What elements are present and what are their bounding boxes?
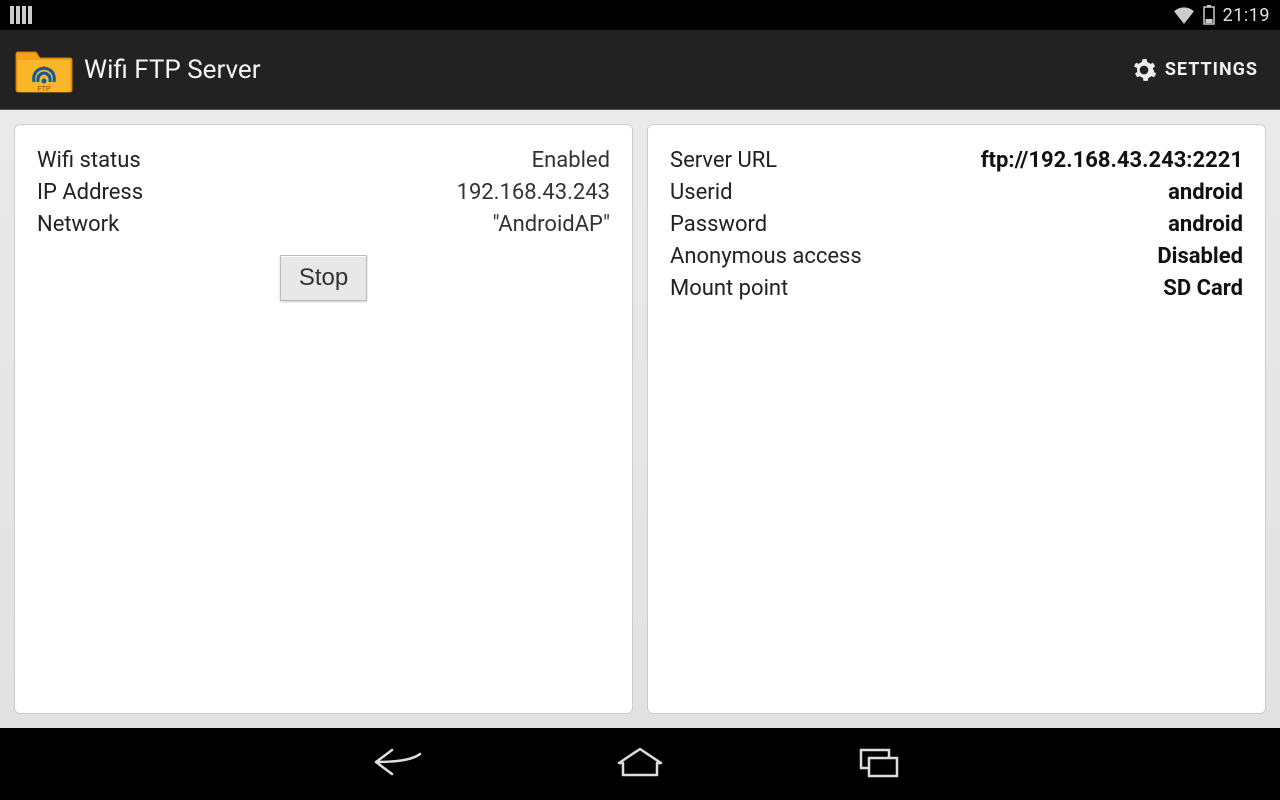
- wifi-status-row: Wifi status Enabled: [37, 145, 610, 177]
- status-time: 21:19: [1223, 5, 1270, 26]
- back-icon: [370, 746, 430, 782]
- server-url-row: Server URL ftp://192.168.43.243:2221: [670, 145, 1243, 177]
- menu-stripes-icon: [10, 6, 32, 24]
- recent-apps-icon: [857, 746, 903, 782]
- settings-label: SETTINGS: [1165, 59, 1258, 80]
- status-bar: 21:19: [0, 0, 1280, 30]
- gear-icon: [1131, 57, 1157, 83]
- settings-button[interactable]: SETTINGS: [1121, 47, 1268, 93]
- recent-apps-button[interactable]: [840, 739, 920, 789]
- home-icon: [615, 745, 665, 783]
- navigation-bar: [0, 728, 1280, 800]
- mount-point-label: Mount point: [670, 273, 788, 305]
- userid-row: Userid android: [670, 177, 1243, 209]
- wifi-status-value: Enabled: [532, 145, 610, 177]
- userid-value: android: [1168, 177, 1243, 209]
- ip-address-label: IP Address: [37, 177, 143, 209]
- wifi-icon: [1173, 6, 1195, 24]
- anonymous-label: Anonymous access: [670, 241, 862, 273]
- network-label: Network: [37, 209, 119, 241]
- userid-label: Userid: [670, 177, 733, 209]
- action-bar: FTP Wifi FTP Server SETTINGS: [0, 30, 1280, 110]
- server-url-value: ftp://192.168.43.243:2221: [981, 145, 1243, 177]
- wifi-status-label: Wifi status: [37, 145, 141, 177]
- home-button[interactable]: [600, 739, 680, 789]
- app-folder-icon: FTP: [12, 45, 76, 95]
- server-url-label: Server URL: [670, 145, 777, 177]
- password-label: Password: [670, 209, 767, 241]
- wifi-status-card: Wifi status Enabled IP Address 192.168.4…: [14, 124, 633, 714]
- mount-point-row: Mount point SD Card: [670, 273, 1243, 305]
- ip-address-value: 192.168.43.243: [457, 177, 610, 209]
- password-value: android: [1168, 209, 1243, 241]
- network-value: "AndroidAP": [493, 209, 611, 241]
- server-info-card: Server URL ftp://192.168.43.243:2221 Use…: [647, 124, 1266, 714]
- anonymous-value: Disabled: [1157, 241, 1243, 273]
- ip-address-row: IP Address 192.168.43.243: [37, 177, 610, 209]
- main-content: Wifi status Enabled IP Address 192.168.4…: [0, 110, 1280, 728]
- page-title: Wifi FTP Server: [84, 55, 261, 85]
- anonymous-row: Anonymous access Disabled: [670, 241, 1243, 273]
- network-row: Network "AndroidAP": [37, 209, 610, 241]
- mount-point-value: SD Card: [1163, 273, 1243, 305]
- password-row: Password android: [670, 209, 1243, 241]
- back-button[interactable]: [360, 739, 440, 789]
- stop-button[interactable]: Stop: [280, 255, 367, 301]
- svg-text:FTP: FTP: [37, 86, 51, 93]
- battery-icon: [1203, 5, 1215, 25]
